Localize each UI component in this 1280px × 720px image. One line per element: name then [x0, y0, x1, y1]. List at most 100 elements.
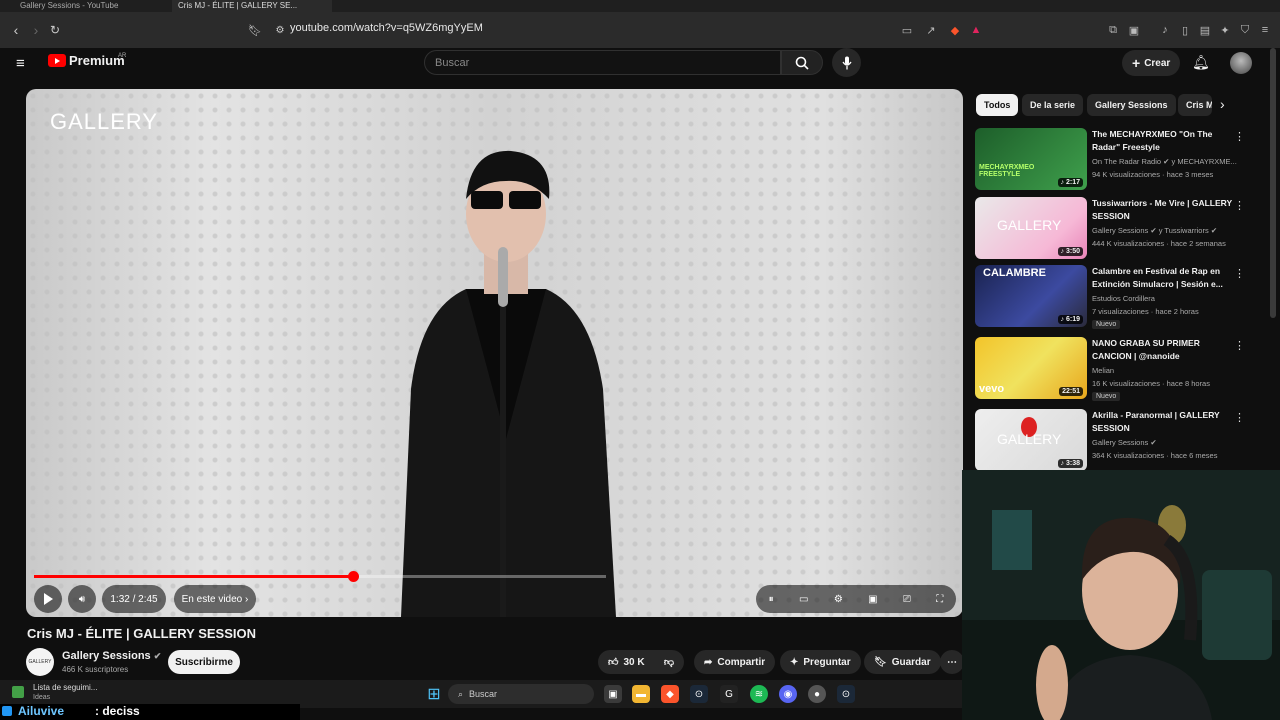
- channel-avatar[interactable]: GALLERY: [26, 648, 54, 676]
- subtitles-icon[interactable]: ▭: [799, 594, 808, 605]
- more-actions-button[interactable]: ⋯: [940, 650, 964, 674]
- youtube-premium-logo[interactable]: Premium: [48, 53, 125, 68]
- obs-icon[interactable]: ●: [808, 685, 826, 703]
- rec-title[interactable]: Tussiwarriors - Me Vire | GALLERY SESSIO…: [1092, 197, 1232, 222]
- create-button[interactable]: + Crear: [1122, 50, 1181, 76]
- miniplayer-icon[interactable]: ▣: [868, 594, 877, 605]
- stocks-widget-icon[interactable]: [12, 686, 24, 698]
- wallet-icon[interactable]: ▤: [1196, 21, 1214, 39]
- video-thumbnail[interactable]: vevo 22:51: [975, 337, 1087, 399]
- back-icon[interactable]: ‹: [6, 20, 26, 40]
- more-vertical-icon[interactable]: ⋮: [1234, 339, 1245, 352]
- forward-icon[interactable]: ›: [26, 20, 46, 40]
- rec-channel[interactable]: Melian: [1092, 366, 1242, 375]
- task-view-icon[interactable]: ▣: [604, 685, 622, 703]
- notifications-bell-icon[interactable]: 🔔︎: [1192, 54, 1210, 71]
- cast-icon[interactable]: ⎚: [903, 594, 911, 605]
- recommendation-item[interactable]: vevo 22:51 NANO GRABA SU PRIMER CANCION …: [975, 337, 1265, 401]
- install-icon[interactable]: ▭: [898, 21, 916, 39]
- vpn-icon[interactable]: ⛉: [1236, 21, 1254, 39]
- discord-icon[interactable]: ◉: [779, 685, 797, 703]
- user-avatar[interactable]: [1230, 52, 1252, 74]
- chip-de-la-serie[interactable]: De la serie: [1022, 94, 1084, 116]
- brave-shield-icon[interactable]: ◆: [946, 21, 964, 39]
- brave-rewards-icon[interactable]: ▲: [967, 21, 985, 39]
- rec-title[interactable]: NANO GRABA SU PRIMER CANCION | @nanoide: [1092, 337, 1232, 362]
- chapters-button[interactable]: En este video ›: [174, 585, 256, 613]
- progress-scrubber[interactable]: [347, 571, 359, 582]
- page-scrollbar[interactable]: [1270, 48, 1276, 318]
- music-icon[interactable]: ♪: [1156, 21, 1174, 39]
- video-thumbnail[interactable]: MECHAYRXMEO FREESTYLE ♪ 2:17: [975, 128, 1087, 190]
- chip-todos[interactable]: Todos: [976, 94, 1019, 116]
- voice-search-button[interactable]: [832, 48, 861, 77]
- video-thumbnail[interactable]: CALAMBRE ♪ 6:19: [975, 265, 1087, 327]
- windows-start-icon[interactable]: ⊞: [425, 685, 443, 703]
- leo-icon[interactable]: ✦: [1216, 21, 1234, 39]
- hamburger-menu-icon[interactable]: ≡: [16, 55, 25, 72]
- steam-icon[interactable]: ⊙: [690, 685, 708, 703]
- share-button[interactable]: ➦ Compartir: [694, 650, 776, 674]
- url-field[interactable]: youtube.com/watch?v=q5WZ6mgYyEM: [290, 22, 483, 34]
- play-icon: [44, 593, 53, 605]
- browser-tab-video[interactable]: Cris MJ - ÉLITE | GALLERY SE...: [172, 0, 332, 12]
- browser-tab-gallery[interactable]: Gallery Sessions - YouTube: [14, 0, 164, 12]
- sidebar-icon[interactable]: ▯: [1176, 21, 1194, 39]
- dislike-icon[interactable]: 👎︎: [664, 656, 674, 668]
- brave-browser-icon[interactable]: ◆: [661, 685, 679, 703]
- taskbar-search[interactable]: ⌕ Buscar: [448, 684, 594, 704]
- steam-secondary-icon[interactable]: ⊙: [837, 685, 855, 703]
- bookmark-icon[interactable]: 🔖︎: [245, 20, 265, 40]
- search-input[interactable]: Buscar: [424, 50, 781, 75]
- search-button[interactable]: [781, 50, 823, 75]
- file-explorer-icon[interactable]: ▬: [632, 685, 650, 703]
- volume-button[interactable]: 🔊︎: [68, 585, 96, 613]
- site-settings-icon[interactable]: ⚙︎: [270, 20, 290, 40]
- widget-title[interactable]: Lista de seguimi...: [33, 683, 97, 692]
- share-label: Compartir: [717, 656, 766, 668]
- chip-gallery-sessions[interactable]: Gallery Sessions: [1087, 94, 1176, 116]
- g-hub-icon[interactable]: G: [720, 685, 738, 703]
- more-vertical-icon[interactable]: ⋮: [1234, 199, 1245, 212]
- video-thumbnail[interactable]: GALLERY ♪ 3:38: [975, 409, 1087, 471]
- menu-icon[interactable]: ≡: [1256, 21, 1274, 39]
- more-vertical-icon[interactable]: ⋮: [1234, 411, 1245, 424]
- recommendation-item[interactable]: GALLERY ♪ 3:50 Tussiwarriors - Me Vire |…: [975, 197, 1265, 261]
- like-count[interactable]: 30 K: [623, 657, 644, 668]
- video-progress-bar[interactable]: [34, 571, 606, 582]
- rec-title[interactable]: Calambre en Festival de Rap en Extinción…: [1092, 265, 1232, 290]
- video-player[interactable]: GALLERY 🔊︎ 1:32 / 2:45 En este video › ⏸…: [26, 89, 963, 617]
- more-vertical-icon[interactable]: ⋮: [1234, 130, 1245, 143]
- fullscreen-icon[interactable]: ⛶: [936, 594, 943, 605]
- save-button[interactable]: 🔖︎ Guardar: [864, 650, 941, 674]
- recommendation-item[interactable]: MECHAYRXMEO FREESTYLE ♪ 2:17 The MECHAYR…: [975, 128, 1265, 192]
- progress-played: [34, 575, 353, 578]
- spotify-icon[interactable]: ≋: [750, 685, 768, 703]
- ask-button[interactable]: ✦ Preguntar: [780, 650, 861, 674]
- chips-next-chevron-icon[interactable]: ›: [1220, 96, 1225, 112]
- save-label: Guardar: [891, 656, 931, 668]
- rec-channel[interactable]: On The Radar Radio ✔ y MECHAYRXME...: [1092, 157, 1242, 166]
- play-button[interactable]: [34, 585, 62, 613]
- rec-channel[interactable]: Gallery Sessions ✔: [1092, 438, 1242, 447]
- recommendation-item[interactable]: GALLERY ♪ 3:38 Akrilla - Paranormal | GA…: [975, 409, 1265, 473]
- like-icon[interactable]: 👍︎: [608, 656, 618, 668]
- autoplay-toggle-icon[interactable]: ⏸︎: [769, 594, 774, 605]
- video-thumbnail[interactable]: GALLERY ♪ 3:50: [975, 197, 1087, 259]
- recommendation-item[interactable]: CALAMBRE ♪ 6:19 Calambre en Festival de …: [975, 265, 1265, 329]
- settings-gear-icon[interactable]: ⚙︎: [834, 594, 843, 605]
- widget-subtitle: Ideas: [33, 694, 51, 701]
- more-vertical-icon[interactable]: ⋮: [1234, 267, 1245, 280]
- rec-title[interactable]: Akrilla - Paranormal | GALLERY SESSION: [1092, 409, 1232, 434]
- rec-channel[interactable]: Estudios Cordillera: [1092, 294, 1242, 303]
- reload-icon[interactable]: ↻: [45, 20, 65, 40]
- channel-name[interactable]: Gallery Sessions ✔: [62, 650, 161, 662]
- subscribe-button[interactable]: Suscribirme: [168, 650, 240, 674]
- screenshot-icon[interactable]: ▣: [1125, 21, 1143, 39]
- share-icon[interactable]: ↗: [922, 21, 940, 39]
- rec-channel[interactable]: Gallery Sessions ✔ y Tussiwarriors ✔: [1092, 226, 1242, 235]
- extensions-icon[interactable]: ⧉: [1104, 21, 1122, 39]
- like-dislike-group: 👍︎ 30 K 👎︎: [598, 650, 684, 674]
- rec-title[interactable]: The MECHAYRXMEO "On The Radar" Freestyle: [1092, 128, 1232, 153]
- chip-cris-mj[interactable]: Cris MJ: [1178, 94, 1212, 116]
